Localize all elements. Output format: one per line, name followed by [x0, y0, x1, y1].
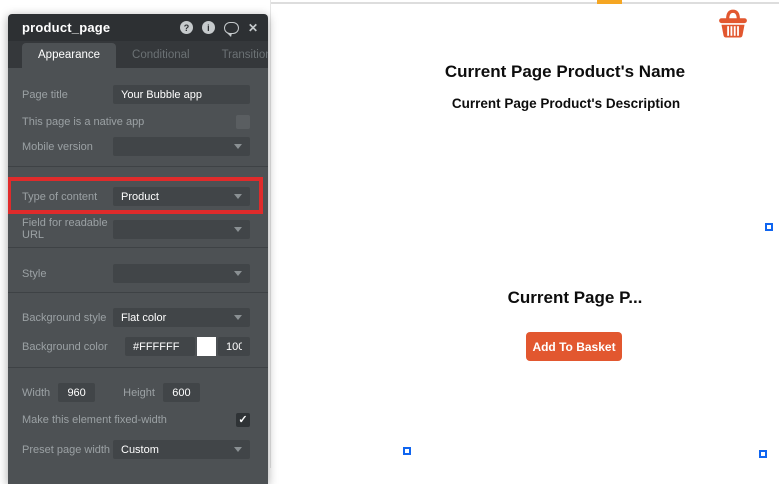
native-app-label: This page is a native app [22, 116, 145, 128]
dropdown-value: Flat color [121, 311, 167, 324]
field-row-background-style: Background style Flat color [8, 308, 268, 327]
chevron-down-icon [234, 315, 242, 320]
preset-page-width-dropdown[interactable]: Custom [113, 440, 250, 459]
fixed-width-checkbox[interactable]: ✓ [236, 413, 250, 427]
help-icon[interactable]: ? [179, 21, 193, 34]
field-row-native-app: This page is a native app [8, 115, 268, 129]
tab-conditional[interactable]: Conditional [116, 43, 206, 68]
section-divider [8, 367, 268, 368]
add-to-basket-button[interactable]: Add To Basket [526, 332, 622, 361]
type-of-content-dropdown[interactable]: Product [113, 187, 250, 206]
close-icon[interactable]: ✕ [248, 22, 258, 34]
field-row-width-height: Width Height [8, 383, 268, 402]
product-name-text: Current Page Product's Name [444, 62, 686, 81]
info-icon[interactable]: i [201, 21, 215, 34]
panel-header[interactable]: product_page ? i ✕ [8, 14, 268, 41]
page-title-input[interactable] [113, 85, 250, 104]
background-opacity-input[interactable] [218, 337, 250, 356]
product-price-text: Current Page P... [507, 288, 643, 307]
chevron-down-icon [234, 271, 242, 276]
type-of-content-label: Type of content [22, 190, 98, 203]
property-editor-panel: product_page ? i ✕ Appearance Conditiona… [8, 14, 268, 484]
native-app-checkbox[interactable] [236, 115, 250, 129]
background-style-dropdown[interactable]: Flat color [113, 308, 250, 327]
fixed-width-label: Make this element fixed-width [22, 414, 167, 426]
section-divider [8, 166, 268, 167]
width-input[interactable] [58, 383, 96, 402]
height-input[interactable] [162, 383, 200, 402]
panel-tabbar: Appearance Conditional Transitions [8, 41, 268, 68]
readable-url-label: Field for readable URL [22, 217, 108, 241]
mobile-version-dropdown[interactable] [113, 137, 250, 156]
width-label: Width [22, 386, 51, 399]
selection-handle[interactable] [765, 223, 773, 231]
chevron-down-icon [234, 144, 242, 149]
comment-bubble-icon[interactable] [223, 21, 239, 37]
field-row-page-title: Page title [8, 85, 268, 104]
panel-body: Page title This page is a native app Mob… [8, 68, 268, 484]
page-top-indicator [597, 0, 622, 4]
panel-title: product_page [22, 20, 111, 35]
color-swatch[interactable] [197, 337, 216, 356]
mobile-version-label: Mobile version [22, 140, 93, 153]
page-title-label: Page title [22, 88, 68, 101]
section-divider [8, 247, 268, 248]
chevron-down-icon [234, 226, 242, 232]
dropdown-value: Product [121, 190, 159, 203]
field-row-preset-page-width: Preset page width Custom [8, 440, 268, 459]
selection-handle[interactable] [403, 447, 411, 455]
shopping-basket-icon[interactable] [717, 7, 749, 39]
style-dropdown[interactable] [113, 264, 250, 283]
field-row-type-of-content: Type of content Product [8, 187, 268, 206]
style-label: Style [22, 267, 47, 280]
section-divider [8, 292, 268, 293]
field-row-readable-url: Field for readable URL [8, 217, 268, 241]
page-boundary-line [270, 0, 271, 468]
dropdown-value: Custom [121, 443, 159, 456]
selection-handle[interactable] [759, 450, 767, 458]
background-style-label: Background style [22, 311, 107, 324]
chevron-down-icon [234, 447, 242, 452]
background-color-hex-input[interactable] [125, 337, 195, 356]
field-row-background-color: Background color [8, 337, 268, 356]
tab-transitions[interactable]: Transitions [206, 43, 268, 68]
tab-appearance[interactable]: Appearance [22, 43, 117, 68]
preset-page-width-label: Preset page width [22, 443, 111, 456]
page-top-line [271, 2, 779, 4]
product-description-text: Current Page Product's Description [451, 96, 681, 111]
field-row-fixed-width: Make this element fixed-width ✓ [8, 413, 268, 427]
field-row-style: Style [8, 264, 268, 283]
chevron-down-icon [234, 194, 242, 199]
height-label: Height [123, 386, 155, 399]
readable-url-dropdown[interactable] [113, 219, 250, 239]
field-row-mobile-version: Mobile version [8, 137, 268, 156]
background-color-label: Background color [22, 340, 108, 353]
